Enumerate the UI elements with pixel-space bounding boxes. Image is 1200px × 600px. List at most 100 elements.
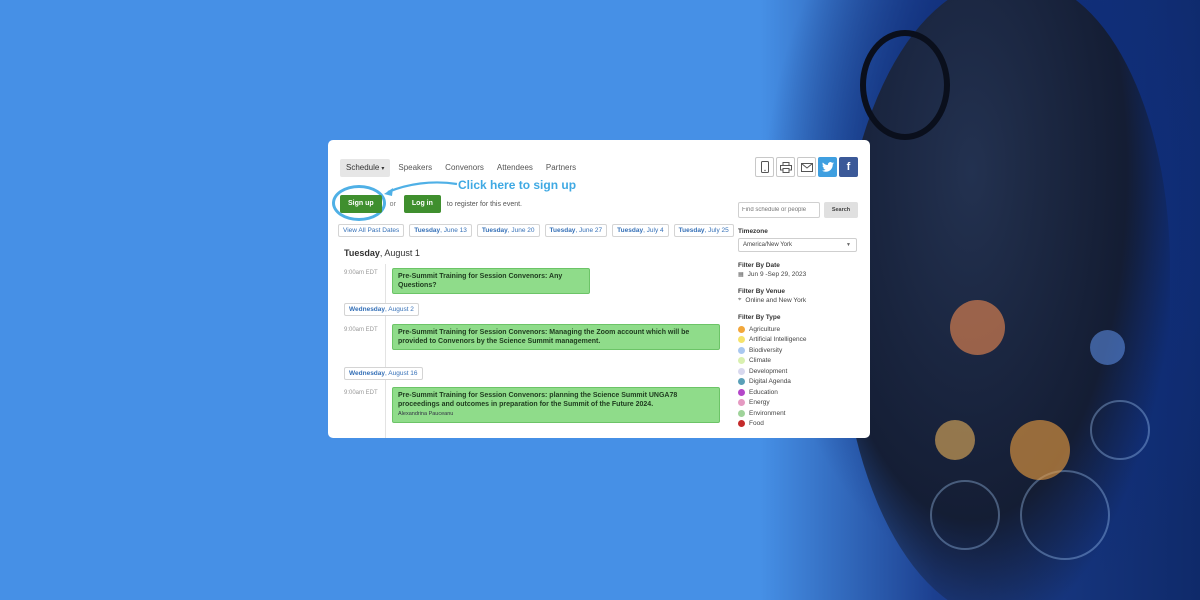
type-filter-item[interactable]: Climate bbox=[738, 356, 860, 367]
filter-venue-value[interactable]: ⌖ Online and New York bbox=[738, 297, 860, 304]
day-heading-date: , August 16 bbox=[385, 370, 418, 377]
day-heading-date: , August 1 bbox=[379, 248, 420, 258]
event-title: Pre-Summit Training for Session Convenor… bbox=[398, 392, 678, 408]
chevron-down-icon: ▼ bbox=[846, 242, 851, 248]
date-tab[interactable]: Tuesday, July 4 bbox=[612, 224, 669, 237]
type-filter-label: Biodiversity bbox=[749, 346, 783, 354]
event-title: Pre-Summit Training for Session Convenor… bbox=[398, 273, 563, 289]
event-card[interactable]: Pre-Summit Training for Session Convenor… bbox=[392, 324, 720, 350]
type-filter-item[interactable]: Education bbox=[738, 387, 860, 398]
date-tab-weekday: Tuesday bbox=[549, 227, 576, 234]
type-filter-label: Digital Agenda bbox=[749, 378, 791, 386]
event-time: 9:00am EDT bbox=[344, 270, 378, 276]
pin-icon: ⌖ bbox=[738, 297, 742, 303]
event-time: 9:00am EDT bbox=[344, 327, 378, 333]
login-button[interactable]: Log in bbox=[403, 195, 441, 213]
tab-speakers[interactable]: Speakers bbox=[398, 159, 432, 177]
search-input[interactable] bbox=[738, 202, 820, 218]
filter-type-label: Filter By Type bbox=[738, 314, 781, 321]
mobile-icon[interactable] bbox=[755, 157, 774, 177]
calendar-icon: ▦ bbox=[738, 272, 744, 278]
or-text: or bbox=[389, 200, 396, 208]
date-tab-date: , June 13 bbox=[440, 227, 467, 234]
type-color-dot bbox=[738, 346, 745, 354]
event-card[interactable]: Pre-Summit Training for Session Convenor… bbox=[392, 268, 590, 294]
email-icon[interactable] bbox=[797, 157, 816, 177]
type-filter-label: Artificial Intelligence bbox=[749, 336, 807, 344]
glasses-graphic bbox=[860, 30, 950, 140]
date-tab-weekday: Tuesday bbox=[678, 227, 705, 234]
type-filter-label: Development bbox=[749, 367, 788, 375]
tab-schedule[interactable]: Schedule ▾ bbox=[340, 159, 391, 177]
print-icon[interactable] bbox=[776, 157, 795, 177]
caret-down-icon: ▾ bbox=[381, 166, 385, 172]
type-filter-item[interactable]: Digital Agenda bbox=[738, 377, 860, 388]
type-filter-label: Education bbox=[749, 388, 778, 396]
type-filter-label: Food bbox=[749, 420, 764, 428]
date-tab-weekday: Tuesday bbox=[481, 227, 508, 234]
day-heading-date: , August 2 bbox=[385, 306, 414, 313]
type-color-dot bbox=[738, 378, 745, 386]
type-filter-item[interactable]: Food bbox=[738, 419, 860, 430]
day-heading-weekday: Tuesday bbox=[344, 248, 380, 258]
date-tab[interactable]: Tuesday, June 20 bbox=[476, 224, 540, 237]
facebook-icon[interactable]: f bbox=[839, 157, 858, 177]
date-tab[interactable]: Tuesday, July 25 bbox=[673, 224, 734, 237]
type-filter-label: Agriculture bbox=[749, 325, 781, 333]
filter-venue-label: Filter By Venue bbox=[738, 288, 785, 295]
day-heading: Tuesday, August 1 bbox=[344, 248, 724, 258]
type-filter-item[interactable]: Development bbox=[738, 366, 860, 377]
tab-attendees[interactable]: Attendees bbox=[497, 159, 533, 177]
day-heading-pill: Wednesday, August 2 bbox=[344, 303, 419, 316]
type-filter-list: Agriculture Artificial Intelligence Biodiv… bbox=[738, 324, 860, 429]
date-tab-weekday: Tuesday bbox=[617, 227, 644, 234]
bokeh-light bbox=[950, 300, 1005, 355]
type-filter-label: Climate bbox=[749, 357, 772, 365]
type-filter-item[interactable]: Environment bbox=[738, 408, 860, 419]
day-heading-weekday: Wednesday bbox=[349, 306, 386, 313]
chart-circle-graphic bbox=[1020, 470, 1110, 560]
type-color-dot bbox=[738, 420, 745, 428]
auth-row: Sign up or Log in to register for this e… bbox=[340, 195, 522, 213]
tab-schedule-label: Schedule bbox=[346, 163, 380, 172]
view-past-dates-button[interactable]: View All Past Dates bbox=[338, 224, 405, 237]
event-speaker[interactable]: Alexandrina Pauceanu bbox=[398, 410, 714, 419]
share-toolbar: f bbox=[755, 157, 858, 177]
event-card[interactable]: Pre-Summit Training for Session Convenor… bbox=[392, 387, 720, 423]
type-color-dot bbox=[738, 325, 745, 333]
search-button[interactable]: Search bbox=[824, 202, 858, 218]
type-filter-item[interactable]: Artificial Intelligence bbox=[738, 335, 860, 346]
bokeh-light bbox=[1090, 330, 1125, 365]
date-tab-date: , July 4 bbox=[643, 227, 664, 234]
timezone-select[interactable]: America/New York ▼ bbox=[738, 238, 857, 252]
date-nav: View All Past Dates Tuesday, June 13 Tue… bbox=[338, 224, 734, 237]
type-color-dot bbox=[738, 357, 745, 365]
chart-circle-graphic bbox=[930, 480, 1000, 550]
timezone-label: Timezone bbox=[738, 228, 768, 235]
schedule-list: Tuesday, August 1 9:00am EDT Pre-Summit … bbox=[344, 248, 724, 438]
tab-convenors[interactable]: Convenors bbox=[445, 159, 484, 177]
bokeh-light bbox=[1010, 420, 1070, 480]
filter-date-label: Filter By Date bbox=[738, 262, 780, 269]
filter-date-value[interactable]: ▦ Jun 9 -Sep 29, 2023 bbox=[738, 271, 860, 278]
type-color-dot bbox=[738, 367, 745, 375]
type-filter-label: Energy bbox=[749, 399, 770, 407]
date-tab-date: , June 20 bbox=[507, 227, 535, 234]
day-heading-pill: Wednesday, August 16 bbox=[344, 367, 423, 380]
event-time: 9:00am EDT bbox=[344, 390, 378, 396]
signup-callout: Click here to sign up bbox=[458, 178, 577, 192]
event-title: Pre-Summit Training for Session Convenor… bbox=[398, 329, 690, 345]
chart-circle-graphic bbox=[1090, 400, 1150, 460]
twitter-icon[interactable] bbox=[818, 157, 837, 177]
tab-partners[interactable]: Partners bbox=[546, 159, 576, 177]
type-filter-item[interactable]: Biodiversity bbox=[738, 345, 860, 356]
filter-sidebar: Search Timezone America/New York ▼ Filte… bbox=[738, 202, 860, 429]
type-filter-item[interactable]: Energy bbox=[738, 398, 860, 409]
type-filter-item[interactable]: Agriculture bbox=[738, 324, 860, 335]
date-tab[interactable]: Tuesday, June 13 bbox=[409, 224, 472, 237]
top-nav: Schedule ▾ Speakers Convenors Attendees P… bbox=[340, 159, 589, 177]
bokeh-light bbox=[935, 420, 975, 460]
type-filter-label: Environment bbox=[749, 409, 786, 417]
date-tab[interactable]: Tuesday, June 27 bbox=[544, 224, 608, 237]
signup-button[interactable]: Sign up bbox=[340, 195, 382, 213]
